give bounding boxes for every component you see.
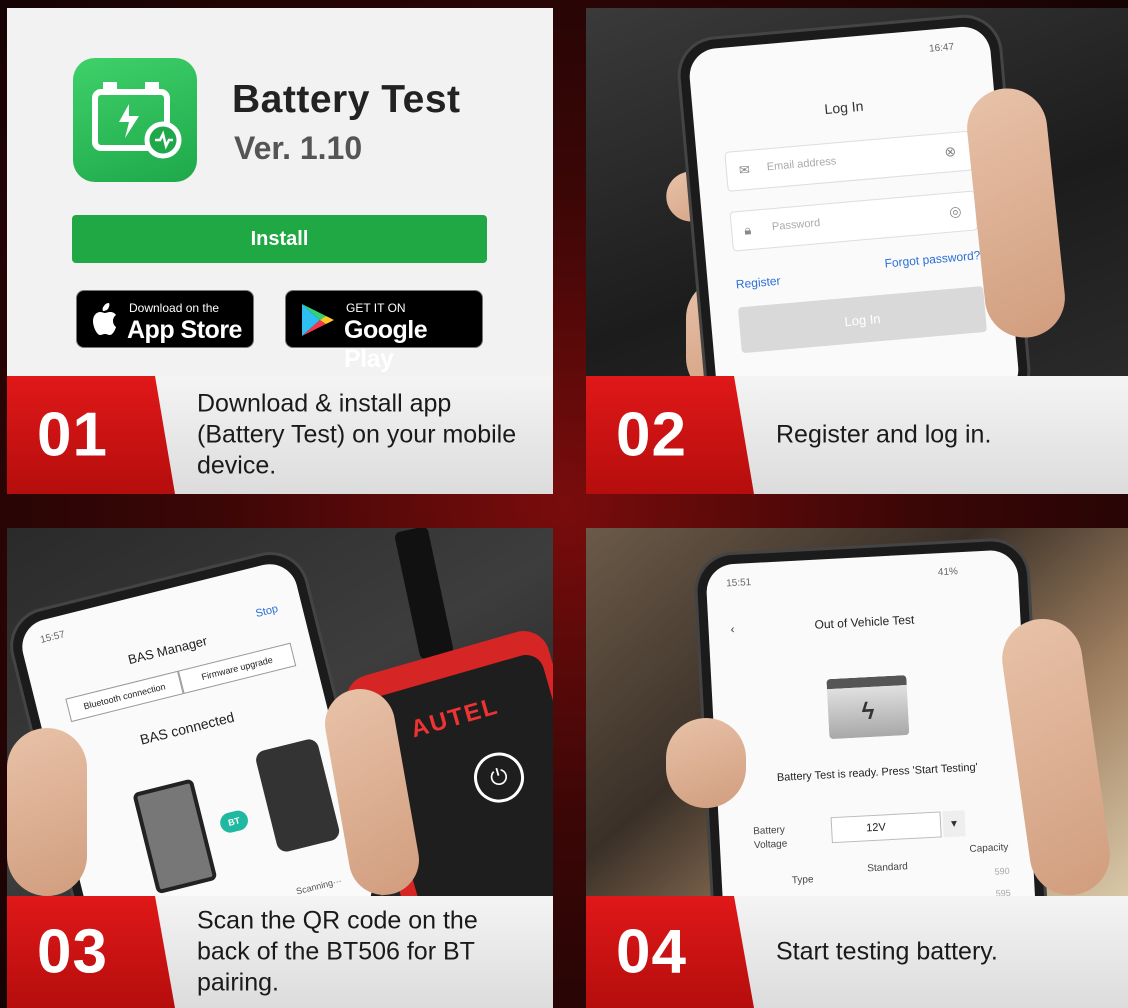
- screen-title: Out of Vehicle Test: [814, 612, 915, 632]
- step-description: Download & install app (Battery Test) on…: [197, 389, 517, 480]
- register-link[interactable]: Register: [735, 274, 781, 292]
- app-store-scene: Battery Test Ver. 1.10 Install Download …: [7, 8, 553, 376]
- autel-logo: AUTEL: [407, 692, 502, 744]
- password-placeholder: Password: [771, 216, 821, 234]
- step-number-badge: 01: [7, 376, 175, 494]
- phone-icon: [132, 778, 218, 895]
- mail-icon: ✉: [738, 161, 751, 178]
- login-scene: 16:47 Log In ✉ Email address ⊗ 🔒︎ Passwo…: [586, 8, 1128, 376]
- app-store-badge[interactable]: Download on the App Store: [76, 290, 254, 348]
- step-panel-4: 15:51 41% ‹ Out of Vehicle Test ϟ Batter…: [586, 528, 1128, 1008]
- column-capacity: Capacity: [969, 841, 1009, 855]
- device-icon: [254, 737, 342, 854]
- clear-icon[interactable]: ⊗: [944, 143, 957, 161]
- install-button[interactable]: Install: [72, 215, 487, 263]
- appstore-big-text: App Store: [127, 316, 242, 344]
- step-panel-3: AUTEL ⏻ 15:57 Stop BAS Manager Bluetooth…: [7, 528, 553, 1008]
- battery-percent: 41%: [937, 566, 959, 579]
- scanning-status: Scanning···: [295, 875, 343, 896]
- screen-title: Log In: [823, 97, 864, 118]
- lock-icon: 🔒︎: [743, 222, 752, 238]
- step-panel-2: 16:47 Log In ✉ Email address ⊗ 🔒︎ Passwo…: [586, 8, 1128, 494]
- phone-screen: 15:51 41% ‹ Out of Vehicle Test ϟ Batter…: [705, 549, 1037, 896]
- google-play-badge[interactable]: GET IT ON Google Play: [285, 290, 483, 373]
- column-type: Type: [791, 874, 814, 887]
- voltage-select[interactable]: 12V: [830, 811, 942, 844]
- power-icon: ⏻: [468, 746, 530, 809]
- battery-icon: ϟ: [826, 675, 910, 740]
- step-number: 04: [616, 917, 687, 987]
- step-caption-1: 01 Download & install app (Battery Test)…: [7, 376, 553, 494]
- step-number: 02: [616, 400, 687, 470]
- step-description: Register and log in.: [776, 420, 992, 449]
- googleplay-big-text: Google Play: [344, 316, 428, 373]
- hide-password-icon[interactable]: ◎: [948, 203, 962, 221]
- step-caption-3: 03 Scan the QR code on the back of the B…: [7, 896, 553, 1008]
- step-caption-4: 04 Start testing battery.: [586, 896, 1128, 1008]
- app-version: Ver. 1.10: [234, 130, 363, 166]
- email-field[interactable]: ✉ Email address ⊗: [724, 130, 973, 192]
- chevron-down-icon[interactable]: ▼: [942, 810, 966, 838]
- step-panel-1: Battery Test Ver. 1.10 Install Download …: [7, 8, 553, 494]
- capacity-value[interactable]: 595: [996, 888, 1012, 896]
- email-placeholder: Email address: [766, 155, 837, 174]
- device-cable: [393, 528, 455, 661]
- step-caption-2: 02 Register and log in.: [586, 376, 1128, 494]
- column-standard: Standard: [867, 861, 909, 875]
- phone: 15:51 41% ‹ Out of Vehicle Test ϟ Batter…: [695, 539, 1047, 896]
- left-hand: [666, 718, 746, 808]
- step-number: 01: [37, 400, 108, 470]
- app-title: Battery Test: [232, 78, 461, 121]
- step-number: 03: [37, 917, 108, 987]
- forgot-password-link[interactable]: Forgot password?: [884, 248, 981, 270]
- password-field[interactable]: 🔒︎ Password ◎: [729, 190, 979, 252]
- google-play-icon: [298, 302, 336, 343]
- ready-message: Battery Test is ready. Press 'Start Test…: [776, 761, 979, 784]
- googleplay-small-text: GET IT ON: [346, 301, 406, 315]
- login-button[interactable]: Log In: [737, 285, 987, 354]
- battery-test-app-icon: [73, 58, 197, 182]
- apple-icon: [89, 303, 119, 342]
- left-hand: [7, 728, 87, 896]
- bluetooth-badge: BT: [218, 808, 251, 835]
- step-number-badge: 02: [586, 376, 754, 494]
- voltage-label: Battery Voltage: [752, 824, 788, 852]
- capacity-value[interactable]: 590: [994, 866, 1010, 877]
- step-description: Scan the QR code on the back of the BT50…: [197, 906, 478, 997]
- pairing-scene: AUTEL ⏻ 15:57 Stop BAS Manager Bluetooth…: [7, 528, 553, 896]
- phone-screen: 16:47 Log In ✉ Email address ⊗ 🔒︎ Passwo…: [687, 24, 1021, 376]
- status-time: 16:47: [928, 41, 955, 55]
- step-number-badge: 04: [586, 896, 754, 1008]
- testing-scene: 15:51 41% ‹ Out of Vehicle Test ϟ Batter…: [586, 528, 1128, 896]
- appstore-small-text: Download on the: [129, 301, 220, 315]
- step-description: Start testing battery.: [776, 937, 998, 966]
- step-number-badge: 03: [7, 896, 175, 1008]
